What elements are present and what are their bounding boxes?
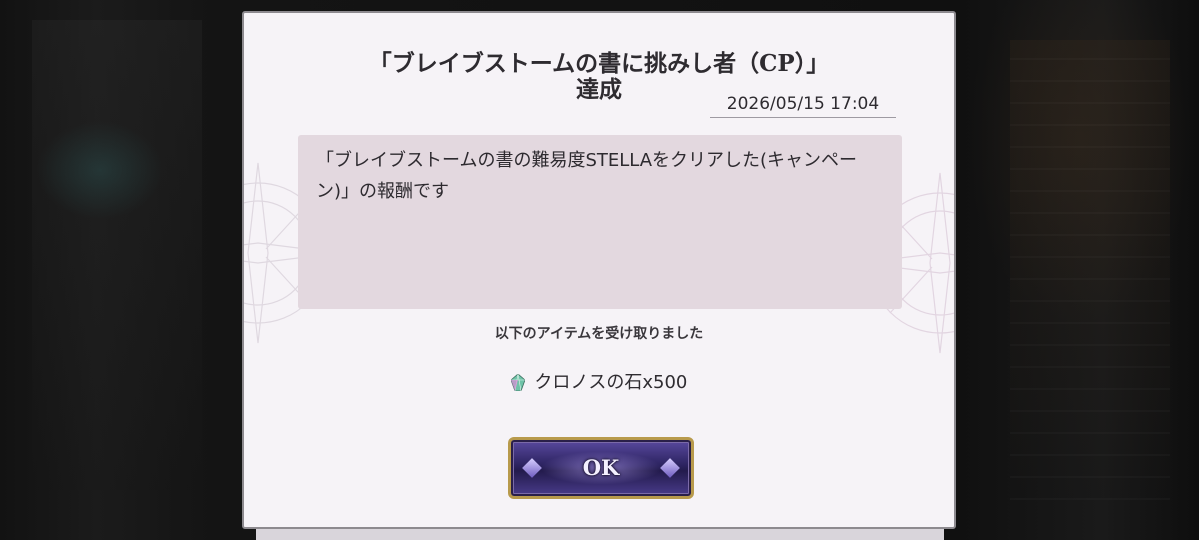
ok-button[interactable]: OK xyxy=(508,437,694,499)
reward-message-text: 「ブレイブストームの書の難易度STELLAをクリアした(キャンペーン)」の報酬で… xyxy=(316,150,858,202)
received-items-label: 以下のアイテムを受け取りました xyxy=(494,326,704,342)
reward-item-text: クロノスの石x500 xyxy=(534,372,688,393)
chronos-stone-icon xyxy=(510,374,525,391)
ok-button-label: OK xyxy=(582,455,620,480)
reward-message-box: 「ブレイブストームの書の難易度STELLAをクリアした(キャンペーン)」の報酬で… xyxy=(298,135,902,309)
game-scene: 「ブレイブストームの書に挑みし者（CP）」 達成 2026/05/15 17:0… xyxy=(0,0,1199,540)
background-scenery-right xyxy=(1010,40,1170,500)
achievement-dialog: 「ブレイブストームの書に挑みし者（CP）」 達成 2026/05/15 17:0… xyxy=(242,11,956,529)
background-scenery-left xyxy=(32,20,202,490)
achievement-date: 2026/05/15 17:04 xyxy=(710,93,896,118)
title-line-achievement-name: 「ブレイブストームの書に挑みし者（CP）」 xyxy=(368,50,830,77)
dialog-shadow-strip xyxy=(256,529,944,540)
reward-item: クロノスの石x500 xyxy=(244,368,954,394)
